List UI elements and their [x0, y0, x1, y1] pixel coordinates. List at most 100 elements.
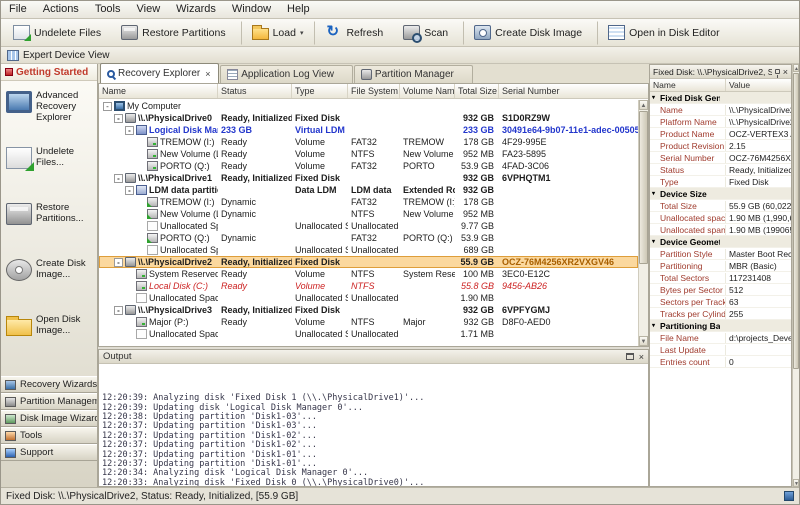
toolbar-button[interactable]: Refresh — [314, 21, 395, 45]
toolbar-button[interactable]: Open in Disk Editor — [597, 21, 731, 45]
property-row[interactable]: Partition Style Master Boot Record — [650, 248, 791, 260]
status-tray-icon[interactable] — [784, 491, 794, 501]
properties-scrollbar[interactable]: ▲ ▼ — [792, 64, 799, 487]
table-row[interactable]: - My Computer — [99, 100, 638, 112]
table-row[interactable]: TREMOW (I:) Dynamic FAT32 TREMOW (I:) 17… — [99, 196, 638, 208]
sidebar-section[interactable]: Partition Management — [1, 393, 97, 410]
table-row[interactable]: New Volume (L:) Ready Volume NTFS New Vo… — [99, 148, 638, 160]
table-row[interactable]: System Reserved (I:) Ready Volume NTFS S… — [99, 268, 638, 280]
scroll-thumb[interactable] — [639, 111, 648, 264]
menu-item[interactable]: Help — [279, 1, 318, 18]
sidebar-item[interactable]: Restore Partitions... — [1, 193, 97, 249]
property-row[interactable]: ▾ Device Size — [650, 188, 791, 200]
property-row[interactable]: Tracks per Cylinder 255 — [650, 308, 791, 320]
table-row[interactable]: - \\.\PhysicalDrive0 Ready, Initialized … — [99, 112, 638, 124]
scroll-up-icon[interactable]: ▲ — [639, 100, 648, 110]
property-row[interactable]: ▾ Fixed Disk General — [650, 92, 791, 104]
sidebar-section[interactable]: Tools — [1, 427, 97, 444]
tree-expander-icon[interactable]: - — [114, 174, 123, 183]
expert-view-toggle[interactable]: Expert Device View — [23, 50, 110, 61]
table-row[interactable]: Major (P:) Ready Volume NTFS Major 932 G… — [99, 316, 638, 328]
property-row[interactable]: Sectors per Track 63 — [650, 296, 791, 308]
table-row[interactable]: PORTO (Q:) Ready Volume FAT32 PORTO 53.9… — [99, 160, 638, 172]
property-row[interactable]: Entries count 0 — [650, 356, 791, 368]
property-row[interactable]: Status Ready, Initialized — [650, 164, 791, 176]
tree-expander-icon[interactable]: - — [114, 114, 123, 123]
pin-panel-icon[interactable] — [775, 69, 780, 74]
property-row[interactable]: Partitioning MBR (Basic) — [650, 260, 791, 272]
menu-item[interactable]: File — [1, 1, 35, 18]
sidebar-section[interactable]: Disk Image Wizards — [1, 410, 97, 427]
property-row[interactable]: Serial Number OCZ-76M4256XR2VX... — [650, 152, 791, 164]
property-row[interactable]: ▾ Partitioning Backup — [650, 320, 791, 332]
sidebar-item[interactable]: Advanced Recovery Explorer — [1, 81, 97, 137]
property-row[interactable]: Platform Name \\.\PhysicalDrive2 — [650, 116, 791, 128]
tree-expander-icon[interactable]: - — [125, 186, 134, 195]
table-row[interactable]: Unallocated Space Unallocated Space Unal… — [99, 244, 638, 256]
property-row[interactable]: Total Size 55.9 GB (60,022,480,8... — [650, 200, 791, 212]
table-row[interactable]: PORTO (Q:) Dynamic FAT32 PORTO (Q:) 53.9… — [99, 232, 638, 244]
table-row[interactable]: Unallocated Space Unallocated Space Unal… — [99, 220, 638, 232]
menu-item[interactable]: Wizards — [168, 1, 224, 18]
grid-scrollbar[interactable]: ▲ ▼ — [638, 100, 648, 346]
tab[interactable]: Recovery Explorer × — [100, 63, 219, 83]
toolbar-button[interactable]: Scan — [395, 21, 460, 45]
menu-item[interactable]: View — [129, 1, 169, 18]
table-row[interactable]: - \\.\PhysicalDrive2 Ready, Initialized … — [99, 256, 638, 268]
sidebar-item[interactable]: Open Disk Image... — [1, 305, 97, 361]
tab[interactable]: Application Log View — [220, 65, 353, 83]
table-row[interactable]: - \\.\PhysicalDrive1 Ready, Initialized … — [99, 172, 638, 184]
column-header[interactable]: File System — [348, 84, 400, 98]
column-header[interactable]: Name — [650, 79, 726, 91]
table-row[interactable]: - \\.\PhysicalDrive3 Ready, Initialized … — [99, 304, 638, 316]
close-panel-icon[interactable]: × — [783, 67, 788, 77]
sidebar-item[interactable]: Undelete Files... — [1, 137, 97, 193]
table-row[interactable]: Unallocated Space Unallocated Space Unal… — [99, 328, 638, 340]
property-row[interactable]: Unallocated space 1.90 MB (1,990,656 b..… — [650, 212, 791, 224]
property-row[interactable]: Product Revision 2.15 — [650, 140, 791, 152]
property-row[interactable]: Product Name OCZ-VERTEX3 ATA D... — [650, 128, 791, 140]
table-row[interactable]: Unallocated Space Unallocated Space Unal… — [99, 292, 638, 304]
toolbar-button[interactable]: Undelete Files — [5, 21, 113, 45]
tab[interactable]: Partition Manager — [354, 65, 473, 83]
tree-expander-icon[interactable]: - — [125, 126, 134, 135]
sidebar-item[interactable]: Create Disk Image... — [1, 249, 97, 305]
table-row[interactable]: TREMOW (I:) Ready Volume FAT32 TREMOW 17… — [99, 136, 638, 148]
table-row[interactable]: Local Disk (C:) Ready Volume NTFS 55.8 G… — [99, 280, 638, 292]
table-row[interactable]: - Logical Disk Manager 0 233 GB Virtual … — [99, 124, 638, 136]
toolbar-button[interactable]: Create Disk Image — [463, 21, 594, 45]
toolbar-button[interactable]: Restore Partitions — [113, 21, 237, 45]
close-panel-icon[interactable]: × — [639, 352, 644, 362]
scroll-down-icon[interactable]: ▼ — [793, 479, 799, 487]
column-header[interactable]: Name — [99, 84, 218, 98]
column-header[interactable]: Serial Number — [499, 84, 638, 98]
property-row[interactable]: Last Update — [650, 344, 791, 356]
tree-expander-icon[interactable]: - — [114, 258, 123, 267]
menu-item[interactable]: Tools — [87, 1, 129, 18]
column-header[interactable]: Volume Name — [400, 84, 455, 98]
property-row[interactable]: Bytes per Sector 512 — [650, 284, 791, 296]
scroll-up-icon[interactable]: ▲ — [793, 64, 799, 72]
property-row[interactable]: Name \\.\PhysicalDrive2 — [650, 104, 791, 116]
table-row[interactable]: - LDM data partition Data LDM LDM data E… — [99, 184, 638, 196]
property-row[interactable]: Unallocated span 1.90 MB (1990656) — [650, 224, 791, 236]
tree-expander-icon[interactable]: - — [114, 306, 123, 315]
sidebar-section[interactable]: Recovery Wizards — [1, 376, 97, 393]
table-row[interactable]: New Volume (L:) Dynamic NTFS New Volume … — [99, 208, 638, 220]
property-row[interactable]: Type Fixed Disk — [650, 176, 791, 188]
close-tab-icon[interactable]: × — [205, 69, 212, 79]
property-row[interactable]: ▾ Device Geometry — [650, 236, 791, 248]
column-header[interactable]: Status — [218, 84, 292, 98]
property-row[interactable]: Total Sectors 117231408 — [650, 272, 791, 284]
scroll-down-icon[interactable]: ▼ — [639, 336, 648, 346]
sidebar-section[interactable]: Support — [1, 444, 97, 461]
sidebar-header[interactable]: Getting Started — [1, 64, 97, 81]
log-output[interactable]: 12:20:39: Analyzing disk 'Fixed Disk 1 (… — [99, 365, 648, 486]
toolbar-button[interactable]: Load ▾ — [241, 21, 312, 45]
column-header[interactable]: Total Size — [455, 84, 499, 98]
menu-item[interactable]: Window — [224, 1, 279, 18]
property-row[interactable]: File Name d:\projects_Developm... — [650, 332, 791, 344]
column-header[interactable]: Value — [726, 79, 791, 91]
float-panel-icon[interactable] — [626, 353, 634, 360]
menu-item[interactable]: Actions — [35, 1, 87, 18]
